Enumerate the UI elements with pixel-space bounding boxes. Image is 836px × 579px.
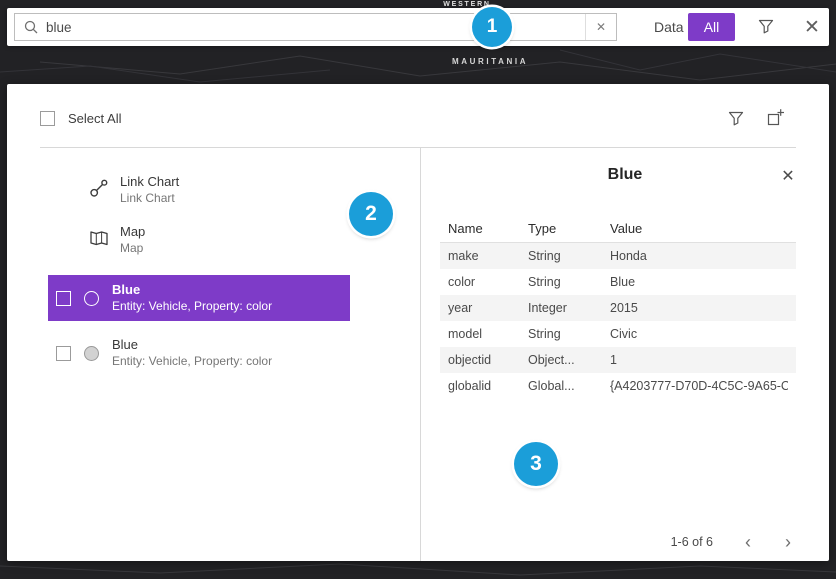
table-row: color String Blue: [440, 269, 796, 295]
add-to-new-card-icon[interactable]: [766, 108, 785, 127]
attr-value: 2015: [610, 301, 788, 315]
attr-type: Integer: [528, 301, 610, 315]
search-bar: ✕ Data All ✕: [7, 8, 829, 46]
table-row: make String Honda: [440, 243, 796, 269]
table-header-row: Name Type Value: [440, 214, 796, 243]
table-row: model String Civic: [440, 321, 796, 347]
search-results-panel: Select All Link Chart Link Chart: [7, 84, 829, 561]
map-label-mauritania: MAURITANIA: [452, 57, 528, 66]
attr-type: String: [528, 249, 610, 263]
app-window: WESTERN SAHARA MAURITANIA ✕ Data All ✕ S…: [0, 0, 836, 579]
table-body: make String Honda color String Blue year…: [440, 243, 796, 399]
detail-close-icon[interactable]: ✕: [775, 163, 801, 189]
select-all-control[interactable]: Select All: [40, 111, 121, 126]
attr-value: {A4203777-D70D-4C5C-9A65-C...: [610, 379, 788, 393]
pagination: 1-6 of 6 ‹ ›: [671, 533, 793, 551]
chevron-left-icon[interactable]: ‹: [743, 533, 753, 551]
attr-name: model: [448, 327, 528, 341]
annotation-badge-1: 1: [472, 7, 512, 47]
annotation-badge-3: 3: [514, 442, 558, 486]
detail-panel: Blue ✕ Name Type Value make String Honda…: [421, 148, 829, 561]
select-all-checkbox[interactable]: [40, 111, 55, 126]
attr-type: Global...: [528, 379, 610, 393]
result-item-map[interactable]: Map Map: [48, 218, 350, 262]
attr-name: year: [448, 301, 528, 315]
attr-name: color: [448, 275, 528, 289]
table-row: objectid Object... 1: [440, 347, 796, 373]
result-item-blue-selected[interactable]: Blue Entity: Vehicle, Property: color: [48, 275, 350, 321]
attr-name: objectid: [448, 353, 528, 367]
table-row: year Integer 2015: [440, 295, 796, 321]
column-header-type: Type: [528, 221, 610, 236]
entity-circle-icon: [84, 291, 99, 306]
search-icon: [24, 20, 38, 34]
link-chart-icon: [88, 177, 110, 204]
table-row: globalid Global... {A4203777-D70D-4C5C-9…: [440, 373, 796, 399]
attr-value: Blue: [610, 275, 788, 289]
attr-type: String: [528, 327, 610, 341]
results-list: Link Chart Link Chart Map Map Blue En: [48, 168, 350, 376]
attr-type: String: [528, 275, 610, 289]
filter-icon[interactable]: [758, 19, 774, 34]
attr-type: Object...: [528, 353, 610, 367]
clear-search-button[interactable]: ✕: [585, 14, 616, 40]
select-all-label: Select All: [68, 111, 121, 126]
attr-value: 1: [610, 353, 788, 367]
pagination-range: 1-6 of 6: [671, 535, 713, 549]
attr-value: Honda: [610, 249, 788, 263]
results-filter-icon[interactable]: [728, 111, 744, 126]
annotation-badge-2: 2: [349, 192, 393, 236]
result-title: Blue: [112, 282, 272, 297]
result-subtitle: Link Chart: [120, 191, 179, 206]
result-title: Map: [120, 224, 145, 239]
all-toggle-button[interactable]: All: [688, 13, 735, 41]
result-subtitle: Entity: Vehicle, Property: color: [112, 299, 272, 314]
data-toggle-button[interactable]: Data: [644, 13, 694, 41]
attributes-table: Name Type Value make String Honda color …: [440, 214, 796, 399]
result-subtitle: Entity: Vehicle, Property: color: [112, 354, 272, 369]
chevron-right-icon[interactable]: ›: [783, 533, 793, 551]
result-item-blue-2[interactable]: Blue Entity: Vehicle, Property: color: [48, 330, 350, 376]
column-header-name: Name: [448, 221, 528, 236]
attr-name: globalid: [448, 379, 528, 393]
result-title: Link Chart: [120, 174, 179, 189]
attr-name: make: [448, 249, 528, 263]
result-checkbox[interactable]: [56, 346, 71, 361]
close-search-icon[interactable]: ✕: [796, 12, 828, 42]
detail-title: Blue: [421, 166, 829, 184]
result-subtitle: Map: [120, 241, 145, 256]
search-input-group: ✕: [14, 13, 617, 41]
result-item-link-chart[interactable]: Link Chart Link Chart: [48, 168, 350, 212]
column-header-value: Value: [610, 221, 788, 236]
map-icon: [88, 227, 110, 254]
attr-value: Civic: [610, 327, 788, 341]
result-checkbox[interactable]: [56, 291, 71, 306]
result-title: Blue: [112, 337, 272, 352]
entity-circle-icon: [84, 346, 99, 361]
